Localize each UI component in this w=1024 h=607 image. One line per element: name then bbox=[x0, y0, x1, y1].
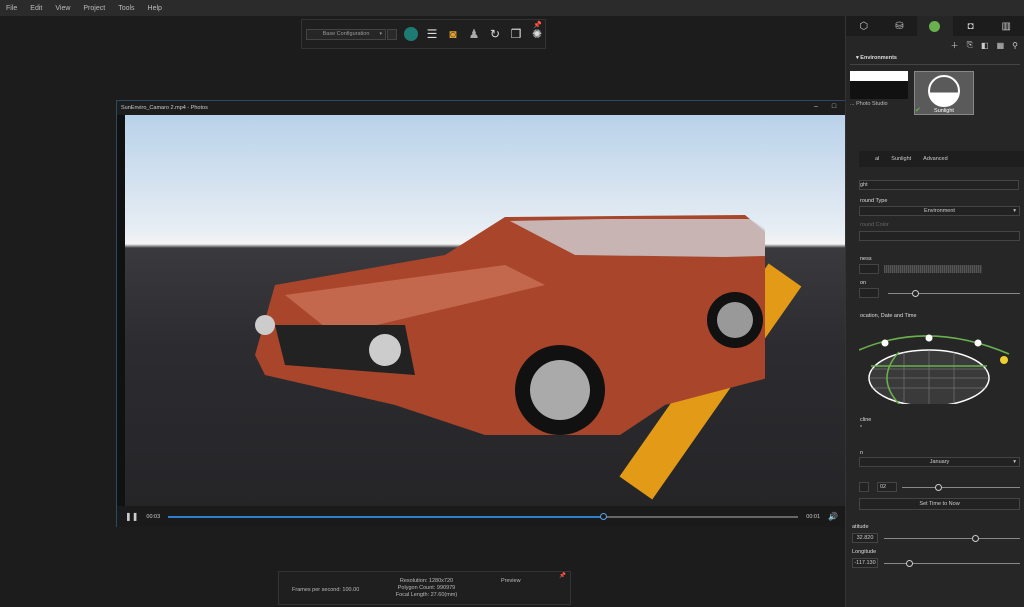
decline-value: ° bbox=[860, 425, 863, 431]
tab-materials-icon[interactable]: ⛁ bbox=[882, 16, 918, 36]
longitude-input[interactable]: -117.130 bbox=[852, 558, 878, 568]
window-title: SunEnviro_Camaro 2.mp4 - Photos bbox=[121, 105, 208, 111]
background-type-value: Environment bbox=[924, 208, 955, 214]
image-icon bbox=[928, 75, 960, 107]
location-label: ocation, Date and Time bbox=[860, 313, 917, 319]
longitude-slider[interactable] bbox=[884, 560, 1020, 567]
rotation-input[interactable] bbox=[859, 288, 879, 298]
sun-location-globe[interactable] bbox=[859, 324, 1024, 404]
car-image bbox=[255, 215, 765, 435]
pin-icon[interactable]: 📌 bbox=[533, 21, 542, 29]
sun-marker bbox=[1000, 356, 1008, 364]
tab-cameras-icon[interactable]: ◘ bbox=[953, 16, 989, 36]
render-info-panel: Frames per second: 100.00 Resolution: 12… bbox=[278, 571, 571, 605]
environment-sunlight[interactable]: ✔ Sunlight bbox=[914, 71, 974, 115]
polygon-count-readout: Polygon Count: 990979 bbox=[397, 585, 456, 591]
longitude-label: Longitude bbox=[852, 549, 877, 555]
minute-input[interactable] bbox=[859, 482, 869, 492]
tab-sunlight[interactable]: Sunlight bbox=[891, 156, 911, 162]
tab-advanced[interactable]: Advanced bbox=[923, 156, 947, 162]
latitude-input[interactable]: 32.820 bbox=[852, 533, 878, 543]
maximize-button[interactable]: □ bbox=[832, 103, 836, 111]
environment-label: ... Photo Studio bbox=[850, 101, 888, 107]
hour-value: 02 bbox=[880, 484, 887, 490]
tab-general[interactable]: al bbox=[875, 156, 879, 162]
focal-length-readout: Focal Length: 27.60(mm) bbox=[395, 592, 458, 598]
rotation-label: on bbox=[860, 280, 867, 286]
background-type-dropdown[interactable]: Environment ▾ bbox=[859, 206, 1020, 216]
volume-icon[interactable]: 🔊 bbox=[828, 512, 838, 521]
background-color-label: round Color bbox=[860, 222, 889, 228]
brightness-input[interactable] bbox=[859, 264, 879, 274]
brightness-bar[interactable] bbox=[884, 265, 982, 273]
render-toolbar: Base Configuration ▾ ☰ ◙ ♟ ↻ ❒ ✺ 📌 bbox=[301, 19, 546, 49]
fps-readout: Frames per second: 100.00 bbox=[292, 587, 360, 593]
configuration-value: Base Configuration bbox=[322, 31, 370, 37]
background-color-field bbox=[859, 231, 1020, 241]
properties-panel: ⬡ ⛁ ◘ ▥ ＋ ⎘ ◧ ▦ ⚲ ▾ Environments ... Pho… bbox=[845, 16, 1024, 607]
seek-bar[interactable] bbox=[168, 512, 799, 520]
grid-view-icon[interactable]: ▦ bbox=[997, 41, 1005, 50]
scene-icon[interactable]: ♟ bbox=[467, 27, 481, 41]
photos-window: SunEnviro_Camaro 2.mp4 - Photos – □ ✕ ❚❚… bbox=[116, 100, 863, 527]
cube-icon[interactable]: ❒ bbox=[509, 27, 523, 41]
environment-name-input[interactable]: ght bbox=[859, 180, 1019, 190]
camera-aperture-icon[interactable]: ✺ bbox=[530, 27, 544, 41]
rotation-slider[interactable] bbox=[888, 290, 1020, 297]
brightness-label: ness bbox=[860, 256, 872, 262]
environment-label: Sunlight bbox=[934, 108, 954, 114]
environment-photo-studio[interactable]: ... Photo Studio bbox=[850, 71, 908, 115]
set-time-to-now-button[interactable]: Set Time to Now bbox=[859, 498, 1020, 510]
tab-images-icon[interactable]: ▥ bbox=[988, 16, 1024, 36]
panel-view-icon[interactable]: ◧ bbox=[981, 41, 989, 50]
seek-handle[interactable] bbox=[599, 512, 607, 520]
pause-icon[interactable]: ❚❚ bbox=[125, 512, 138, 521]
search-icon[interactable]: ⚲ bbox=[1012, 41, 1018, 50]
material-icon[interactable]: ◙ bbox=[446, 27, 460, 41]
elapsed-time: 00:03 bbox=[146, 513, 161, 520]
decline-label: cline bbox=[860, 417, 872, 423]
turntable-icon[interactable]: ☰ bbox=[425, 27, 439, 41]
tab-environments-icon[interactable] bbox=[917, 16, 953, 36]
player-controls: ❚❚ 00:03 00:01 🔊 ⤢ bbox=[117, 506, 862, 527]
preview-label: Preview bbox=[501, 578, 521, 584]
configuration-dropdown[interactable]: Base Configuration ▾ bbox=[306, 28, 386, 40]
menu-file[interactable]: File bbox=[6, 5, 17, 12]
month-dropdown[interactable]: January ▾ bbox=[859, 457, 1020, 467]
menu-view[interactable]: View bbox=[55, 5, 70, 12]
hour-input[interactable]: 02 bbox=[877, 482, 897, 492]
name-value: ght bbox=[860, 182, 868, 188]
minimize-button[interactable]: – bbox=[814, 103, 818, 111]
window-titlebar: SunEnviro_Camaro 2.mp4 - Photos – □ ✕ bbox=[117, 101, 862, 115]
menu-bar: File Edit View Project Tools Help bbox=[0, 0, 1024, 16]
latitude-label: atitude bbox=[852, 524, 869, 530]
time-slider[interactable] bbox=[902, 484, 1020, 491]
pin-icon[interactable]: 📌 bbox=[559, 573, 566, 579]
remaining-time: 00:01 bbox=[806, 513, 821, 520]
refresh-icon[interactable]: ↻ bbox=[488, 27, 502, 41]
month-value: January bbox=[929, 459, 950, 465]
menu-edit[interactable]: Edit bbox=[30, 5, 42, 12]
resolution-readout: Resolution: 1280x720 bbox=[399, 578, 454, 584]
menu-tools[interactable]: Tools bbox=[118, 5, 134, 12]
set-time-label: Set Time to Now bbox=[919, 501, 960, 507]
menu-project[interactable]: Project bbox=[83, 5, 105, 12]
background-type-label: round Type bbox=[860, 198, 888, 204]
import-icon[interactable]: ⎘ bbox=[967, 40, 973, 50]
latitude-slider[interactable] bbox=[884, 535, 1020, 542]
menu-help[interactable]: Help bbox=[148, 5, 162, 12]
month-label: n bbox=[860, 450, 864, 456]
latitude-value: 32.820 bbox=[856, 535, 874, 541]
environments-section-header[interactable]: ▾ Environments bbox=[850, 52, 1020, 65]
longitude-value: -117.130 bbox=[854, 560, 876, 566]
video-frame[interactable] bbox=[125, 115, 857, 506]
section-title: Environments bbox=[860, 55, 897, 61]
add-icon[interactable]: ＋ bbox=[951, 40, 959, 51]
selected-check-icon: ✔ bbox=[915, 107, 921, 114]
configuration-button[interactable] bbox=[387, 28, 397, 40]
tab-models-icon[interactable]: ⬡ bbox=[846, 16, 882, 36]
environment-sphere-icon[interactable] bbox=[404, 27, 418, 41]
